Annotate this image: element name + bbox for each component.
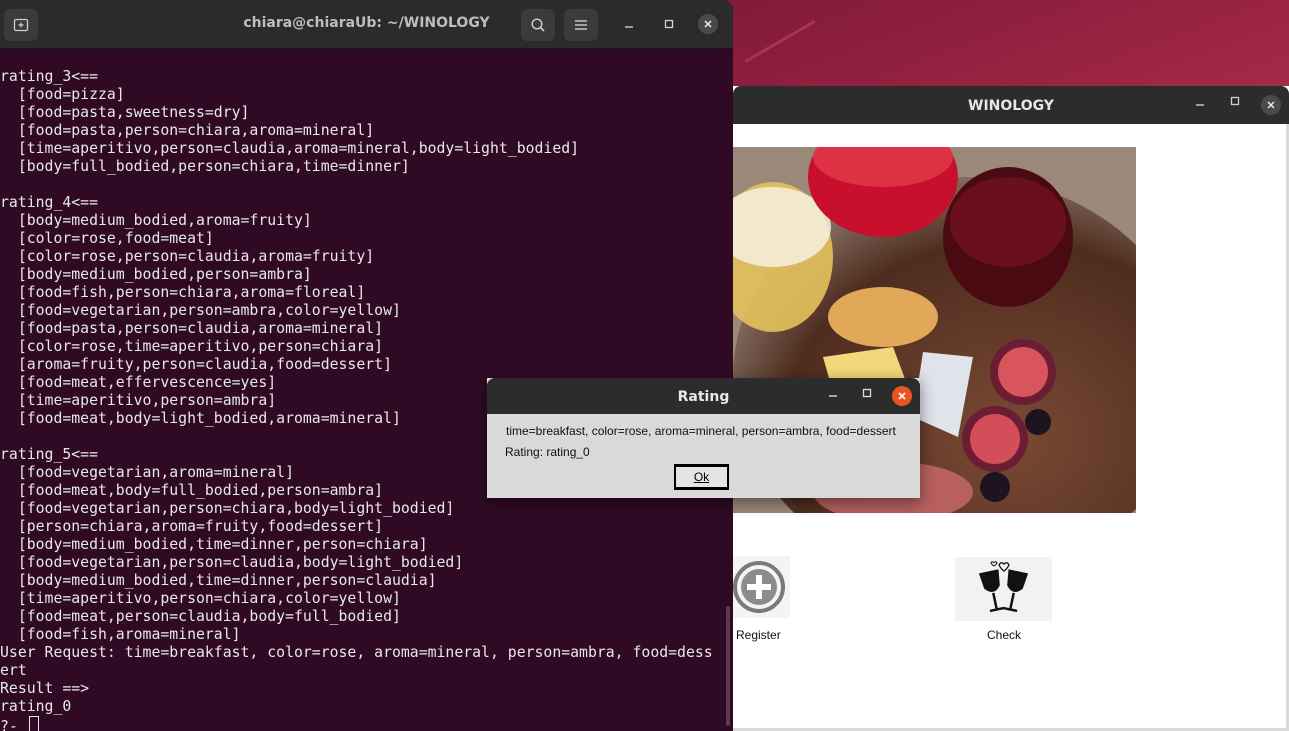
terminal-line: [food=pasta,person=chiara,aroma=mineral] (0, 122, 375, 139)
request-summary: time=breakfast, color=rose, aroma=minera… (506, 424, 896, 438)
terminal-line: Result ==> (0, 680, 90, 697)
winology-title: WINOLOGY (968, 98, 1054, 114)
close-icon[interactable] (1261, 95, 1281, 115)
close-icon[interactable] (698, 14, 718, 34)
terminal-line: [body=medium_bodied,person=ambra] (0, 266, 312, 283)
hamburger-menu-icon[interactable] (564, 9, 598, 41)
winology-titlebar[interactable]: WINOLOGY (733, 86, 1289, 124)
terminal-cursor (28, 716, 39, 731)
terminal-line: [aroma=fruity,person=claudia,food=desser… (0, 356, 392, 373)
terminal-line: rating_3<== (0, 68, 98, 85)
register-label[interactable]: Register (736, 628, 781, 642)
ok-button[interactable]: Ok (674, 464, 729, 490)
terminal-line: rating_4<== (0, 194, 98, 211)
wine-glasses-toast-icon[interactable] (955, 557, 1052, 621)
terminal-line: [body=medium_bodied,aroma=fruity] (0, 212, 312, 229)
terminal-line: User Request: time=breakfast, color=rose… (0, 644, 713, 661)
terminal-line: [time=aperitivo,person=claudia,aroma=min… (0, 140, 580, 157)
terminal-line: [food=fish,aroma=mineral] (0, 626, 241, 643)
terminal-line: [food=vegetarian,person=claudia,body=lig… (0, 554, 464, 571)
terminal-prompt: ?- (0, 718, 27, 731)
minimize-icon[interactable] (1195, 96, 1205, 111)
rating-dialog-title: Rating (677, 389, 730, 405)
plus-circle-icon[interactable] (733, 556, 790, 618)
maximize-icon[interactable] (659, 14, 679, 34)
maximize-icon[interactable] (1230, 95, 1240, 109)
terminal-line: [time=aperitivo,person=chiara,color=yell… (0, 590, 401, 607)
terminal-line: [food=vegetarian,person=chiara,body=ligh… (0, 500, 455, 517)
minimize-icon[interactable] (619, 14, 639, 34)
terminal-titlebar[interactable]: chiara@chiaraUb: ~/WINOLOGY (0, 0, 733, 49)
terminal-line: [food=pizza] (0, 86, 125, 103)
terminal-prompt-line[interactable]: ?- (0, 716, 733, 731)
minimize-icon[interactable] (828, 387, 838, 402)
rating-dialog-body: time=breakfast, color=rose, aroma=minera… (487, 414, 920, 498)
rating-dialog-titlebar[interactable]: Rating (487, 378, 920, 414)
terminal-window[interactable]: chiara@chiaraUb: ~/WINOLOGY rating_3<== … (0, 0, 733, 731)
terminal-line: [food=pasta,person=claudia,aroma=mineral… (0, 320, 384, 337)
terminal-line: [color=rose,person=claudia,aroma=fruity] (0, 248, 375, 265)
rating-dialog[interactable]: Rating time=breakfast, color=rose, aroma… (487, 378, 920, 498)
rating-result: Rating: rating_0 (505, 445, 590, 459)
terminal-line: [food=fish,person=chiara,aroma=floreal] (0, 284, 366, 301)
search-icon[interactable] (521, 9, 555, 41)
ok-button-label: Ok (674, 466, 729, 488)
maximize-icon[interactable] (862, 387, 872, 401)
terminal-line: [food=pasta,sweetness=dry] (0, 104, 250, 121)
terminal-line: [body=medium_bodied,time=dinner,person=c… (0, 572, 437, 589)
terminal-line: [color=rose,time=aperitivo,person=chiara… (0, 338, 384, 355)
terminal-line: [body=full_bodied,person=chiara,time=din… (0, 158, 410, 175)
terminal-scrollbar[interactable] (726, 606, 730, 726)
terminal-line: [food=meat,person=claudia,body=full_bodi… (0, 608, 401, 625)
check-label[interactable]: Check (987, 628, 1021, 642)
terminal-line: [color=rose,food=meat] (0, 230, 214, 247)
terminal-line: rating_0 (0, 698, 72, 715)
terminal-line: [body=medium_bodied,time=dinner,person=c… (0, 536, 428, 553)
terminal-line: ert (0, 662, 27, 679)
terminal-line: [person=chiara,aroma=fruity,food=dessert… (0, 518, 384, 535)
terminal-line: [food=vegetarian,person=ambra,color=yell… (0, 302, 401, 319)
close-icon[interactable] (892, 386, 912, 406)
